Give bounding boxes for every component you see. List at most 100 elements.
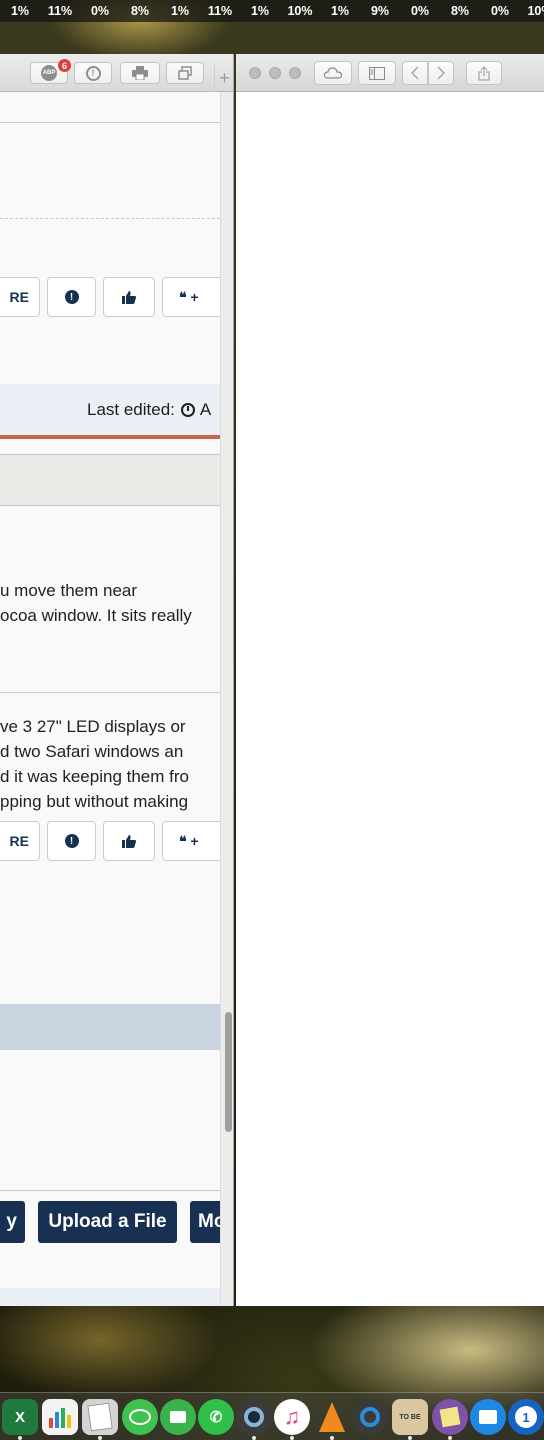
numbers-icon[interactable]	[42, 1399, 78, 1435]
adblock-badge: 6	[58, 59, 71, 72]
itunes-icon[interactable]: ♫	[274, 1399, 310, 1435]
upload-file-button[interactable]: Upload a File	[38, 1201, 177, 1243]
scrollbar-thumb[interactable]	[225, 1012, 232, 1132]
divider	[0, 692, 220, 693]
open-book-icon	[479, 1410, 497, 1424]
cpu-stat: 9%	[370, 4, 390, 18]
excel-icon[interactable]: X	[2, 1399, 38, 1435]
messages-icon[interactable]	[122, 1399, 158, 1435]
zoom-window-button[interactable]	[289, 67, 301, 79]
share-button[interactable]	[466, 61, 502, 85]
blank-page	[236, 92, 544, 1306]
report-button[interactable]: !	[47, 277, 96, 317]
post-separator	[0, 435, 220, 439]
notes-icon[interactable]: TO BE	[392, 1399, 428, 1435]
note-icon	[439, 1406, 461, 1428]
more-options-label: Mo	[198, 1211, 220, 1232]
adblock-button[interactable]: ABP 6	[30, 59, 71, 84]
quote-button-label: ❝ +	[179, 288, 199, 305]
post-3-line: d it was keeping them fro	[0, 767, 189, 786]
share-icon	[478, 65, 490, 81]
thumbs-up-icon	[122, 834, 136, 848]
stickies-icon[interactable]	[432, 1399, 468, 1435]
last-edited-bar: Last edited: A	[0, 384, 220, 436]
q-icon	[360, 1407, 380, 1427]
clock-icon	[180, 403, 195, 417]
like-button[interactable]	[103, 277, 155, 317]
more-button[interactable]: RE	[0, 821, 40, 861]
back-button[interactable]	[402, 61, 428, 85]
post-2-line: ocoa window. It sits really	[0, 605, 192, 625]
right-browser-window	[236, 54, 544, 1306]
dock: X ✆ ♫ TO BE 1	[0, 1392, 544, 1440]
vertical-scrollbar[interactable]	[220, 92, 233, 1306]
speech-bubble-icon	[129, 1409, 151, 1425]
cpu-stat: 0%	[90, 4, 110, 18]
report-button[interactable]: !	[47, 821, 96, 861]
close-window-button[interactable]	[249, 67, 261, 79]
info-icon: !	[85, 65, 101, 81]
last-edited-date: A	[199, 400, 212, 419]
new-tab-button[interactable]: +	[214, 64, 233, 92]
cpu-stat: 1%	[330, 4, 350, 18]
thumbs-up-icon	[122, 290, 136, 304]
cpu-stat: 11%	[47, 4, 73, 18]
report-icon: !	[64, 834, 79, 848]
more-options-button[interactable]: Mo	[190, 1201, 220, 1243]
photo-icon	[87, 1402, 113, 1432]
info-button[interactable]: !	[74, 62, 112, 84]
quicktime-icon[interactable]	[352, 1399, 388, 1435]
print-button[interactable]	[120, 62, 160, 84]
cone-icon	[319, 1402, 345, 1432]
forward-button[interactable]	[428, 61, 454, 85]
sidebar-button[interactable]	[358, 61, 396, 85]
preview-icon[interactable]	[82, 1399, 118, 1435]
last-edited-label: Last edited:	[87, 400, 175, 419]
post-3-body: ve 3 27" LED displays or d two Safari wi…	[0, 714, 220, 814]
vlc-icon[interactable]	[314, 1399, 350, 1435]
facetime-icon[interactable]	[160, 1399, 196, 1435]
cpu-stat: 11%	[207, 4, 233, 18]
cpu-stat: 1%	[250, 4, 270, 18]
running-indicator	[408, 1436, 412, 1440]
phone-icon[interactable]: ✆	[198, 1399, 234, 1435]
post-header-band	[0, 454, 220, 506]
editor-button-partial-label: y	[6, 1211, 17, 1232]
cloud-icon	[324, 67, 342, 79]
more-button-label: RE	[9, 833, 29, 849]
quote-button[interactable]: ❝ +	[162, 821, 220, 861]
windows-icon	[178, 66, 192, 80]
reply-header-band	[0, 1004, 220, 1050]
more-button-label: RE	[9, 289, 29, 305]
menubar: 1% 11% 0% 8% 1% 11% 1% 10% 1% 9% 0% 8% 0% 10%	[0, 0, 544, 22]
cpu-stat: 8%	[130, 4, 150, 18]
adblock-icon: ABP	[41, 65, 57, 81]
forum-page: RE ! ❝ + Last edited: A u move them near…	[0, 92, 220, 1306]
1password-icon[interactable]: 1	[508, 1399, 544, 1435]
post-2-line: u move them near	[0, 581, 138, 600]
icloud-tabs-button[interactable]	[314, 61, 352, 85]
cpu-stat: 0%	[490, 4, 510, 18]
post-3-line: pping but without making	[0, 792, 189, 811]
key-icon: 1	[515, 1406, 537, 1428]
camera-icon	[170, 1411, 186, 1423]
cpu-stat: 1%	[10, 4, 30, 18]
editor-button-partial[interactable]: y	[0, 1201, 25, 1243]
cpu-stat: 10%	[287, 4, 313, 18]
dashed-divider	[0, 218, 220, 219]
right-toolbar	[236, 54, 544, 92]
running-indicator	[330, 1436, 334, 1440]
window-button[interactable]	[166, 62, 204, 84]
more-button[interactable]: RE	[0, 277, 40, 317]
books-icon[interactable]	[470, 1399, 506, 1435]
cpu-stat: 8%	[450, 4, 470, 18]
running-indicator	[98, 1436, 102, 1440]
cpu-stat: 0%	[410, 4, 430, 18]
screenshot-icon[interactable]	[236, 1399, 272, 1435]
quote-button[interactable]: ❝ +	[162, 277, 220, 317]
left-toolbar: ABP 6 ! +	[0, 54, 233, 92]
minimize-window-button[interactable]	[269, 67, 281, 79]
quote-button-label: ❝ +	[179, 832, 199, 849]
divider	[0, 1190, 220, 1191]
like-button[interactable]	[103, 821, 155, 861]
